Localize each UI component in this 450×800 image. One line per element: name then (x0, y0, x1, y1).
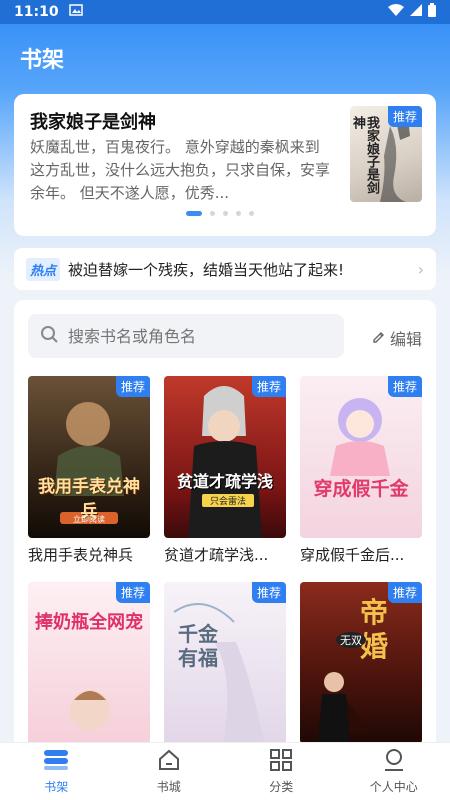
book-cover[interactable]: 我用手表兑神兵 立即阅读 推荐 (28, 376, 150, 538)
edit-button[interactable]: 编辑 (372, 326, 422, 350)
tab-label: 书架 (44, 779, 69, 794)
book-cover-text: 千金有福 (178, 622, 218, 670)
book-item[interactable]: 捧奶瓶全网宠 推荐 (28, 582, 150, 744)
recommend-badge: 推荐 (387, 106, 422, 127)
bottom-tab-bar: 书架 书城 分类 个人中心 (0, 742, 450, 800)
book-item[interactable]: 穿成假千金 推荐 穿成假千金后... (300, 376, 422, 565)
home-icon (157, 749, 181, 775)
tab-profile[interactable]: 个人中心 (338, 743, 450, 800)
book-item[interactable]: 我用手表兑神兵 立即阅读 推荐 我用手表兑神兵 (28, 376, 150, 565)
tab-label: 个人中心 (369, 779, 418, 794)
recommend-badge: 推荐 (387, 376, 422, 397)
hot-text: 被迫替嫁一个残疾，结婚当天他站了起来! (68, 260, 345, 279)
grid-icon (270, 748, 293, 775)
wifi-icon (388, 4, 404, 20)
featured-description: 妖魔乱世，百鬼夜行。 意外穿越的秦枫来到这方乱世，没什么远大抱负，只求自保，安享… (30, 138, 330, 202)
pencil-icon (372, 329, 386, 348)
tab-label: 书城 (156, 779, 181, 794)
clock: 11:10 (14, 4, 59, 20)
book-cover[interactable]: 穿成假千金 推荐 (300, 376, 422, 538)
book-cover-art (70, 690, 110, 730)
featured-cover[interactable]: 我家娘子是剑神 推荐 (350, 106, 422, 202)
book-cover-text: 帝婚 (360, 596, 389, 663)
book-cover-text: 贫道才疏学浅 (176, 472, 273, 491)
book-title: 穿成假千金后... (300, 546, 405, 564)
status-bar: 11:10 (0, 0, 450, 24)
hot-news-bar[interactable]: 热点 被迫替嫁一个残疾，结婚当天他站了起来! › (14, 248, 436, 290)
book-cover-text: 穿成假千金 (313, 478, 409, 500)
book-cover-sub: 无双 (336, 632, 366, 648)
recommend-badge: 推荐 (115, 376, 150, 397)
book-title: 我用手表兑神兵 (28, 546, 134, 564)
edit-label: 编辑 (389, 330, 422, 349)
bookshelf-panel: 编辑 我用手表兑神兵 立即阅读 推荐 我用手表兑神兵 贫道才疏学浅 只会雷法 推… (14, 300, 436, 744)
search-input[interactable] (68, 326, 328, 346)
book-item[interactable]: 千金有福 推荐 (164, 582, 286, 744)
recommend-badge: 推荐 (251, 376, 286, 397)
tab-category[interactable]: 分类 (225, 743, 338, 800)
user-icon (383, 748, 405, 775)
tab-label: 分类 (269, 779, 294, 794)
carousel-dot[interactable] (249, 211, 254, 216)
recommend-badge: 推荐 (387, 582, 422, 603)
bookshelf-icon (43, 749, 69, 775)
book-cover-text: 捧奶瓶全网宠 (35, 612, 143, 633)
book-cover[interactable]: 千金有福 推荐 (164, 582, 286, 744)
book-cover[interactable]: 贫道才疏学浅 只会雷法 推荐 (164, 376, 286, 538)
book-cover-sub: 只会雷法 (202, 494, 254, 507)
page-title: 书架 (20, 48, 65, 73)
tab-bookshelf[interactable]: 书架 (0, 743, 113, 800)
carousel-dot[interactable] (186, 211, 202, 216)
book-cover-sub: 立即阅读 (73, 515, 105, 524)
image-icon (68, 4, 83, 20)
signal-icon (410, 4, 422, 20)
carousel-dot[interactable] (210, 211, 215, 216)
book-cover[interactable]: 捧奶瓶全网宠 推荐 (28, 582, 150, 744)
search-box[interactable] (28, 314, 344, 358)
book-cover-art (330, 398, 390, 476)
recommend-badge: 推荐 (251, 582, 286, 603)
tab-bookstore[interactable]: 书城 (113, 743, 226, 800)
book-item[interactable]: 贫道才疏学浅 只会雷法 推荐 贫道才疏学浅... (164, 376, 286, 565)
featured-cover-text: 我家娘子是剑神 (350, 116, 379, 194)
search-icon (40, 325, 58, 347)
featured-title: 我家娘子是剑神 (30, 112, 156, 133)
carousel-indicator (186, 211, 254, 216)
book-cover-art (188, 386, 262, 538)
book-cover[interactable]: 帝婚 无双 推荐 (300, 582, 422, 744)
chevron-right-icon: › (417, 259, 424, 279)
battery-icon (428, 3, 436, 21)
book-title: 贫道才疏学浅... (164, 546, 269, 564)
book-item[interactable]: 帝婚 无双 推荐 (300, 582, 422, 744)
carousel-dot[interactable] (223, 211, 228, 216)
carousel-dot[interactable] (236, 211, 241, 216)
hot-badge: 热点 (26, 257, 61, 281)
recommend-badge: 推荐 (115, 582, 150, 603)
